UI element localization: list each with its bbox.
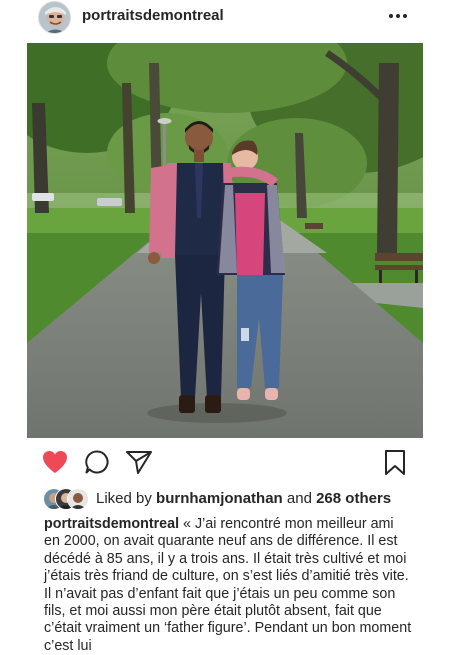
- caption-text: « J’ai rencontré mon meilleur ami en 200…: [44, 516, 412, 654]
- liker-avatars: [43, 488, 93, 510]
- liker-avatar: [67, 488, 89, 510]
- likes-text: Liked by burnhamjonathan and 268 others: [96, 490, 391, 507]
- post-caption: portraitsdemontreal « J’ai rencontré mon…: [44, 516, 412, 655]
- bookmark-icon[interactable]: [383, 449, 407, 477]
- post-username[interactable]: portraitsdemontreal: [82, 7, 224, 24]
- comment-icon[interactable]: [84, 449, 110, 475]
- liked-by-prefix: Liked by: [96, 490, 152, 507]
- caption-username[interactable]: portraitsdemontreal: [44, 516, 179, 532]
- liked-by-and: and: [286, 490, 312, 507]
- send-icon[interactable]: [125, 449, 153, 475]
- likes-summary[interactable]: Liked by burnhamjonathan and 268 others: [0, 487, 450, 511]
- liked-by-others[interactable]: 268 others: [316, 490, 391, 507]
- post-header: portraitsdemontreal: [0, 0, 450, 34]
- park-portrait-image: [27, 43, 423, 438]
- avatar-image: [39, 2, 70, 33]
- heart-icon[interactable]: [41, 449, 69, 475]
- post-photo[interactable]: [27, 43, 423, 438]
- liked-by-user[interactable]: burnhamjonathan: [156, 490, 283, 507]
- post-actions: [0, 440, 450, 484]
- more-options-icon[interactable]: [385, 6, 411, 26]
- profile-avatar[interactable]: [38, 1, 71, 34]
